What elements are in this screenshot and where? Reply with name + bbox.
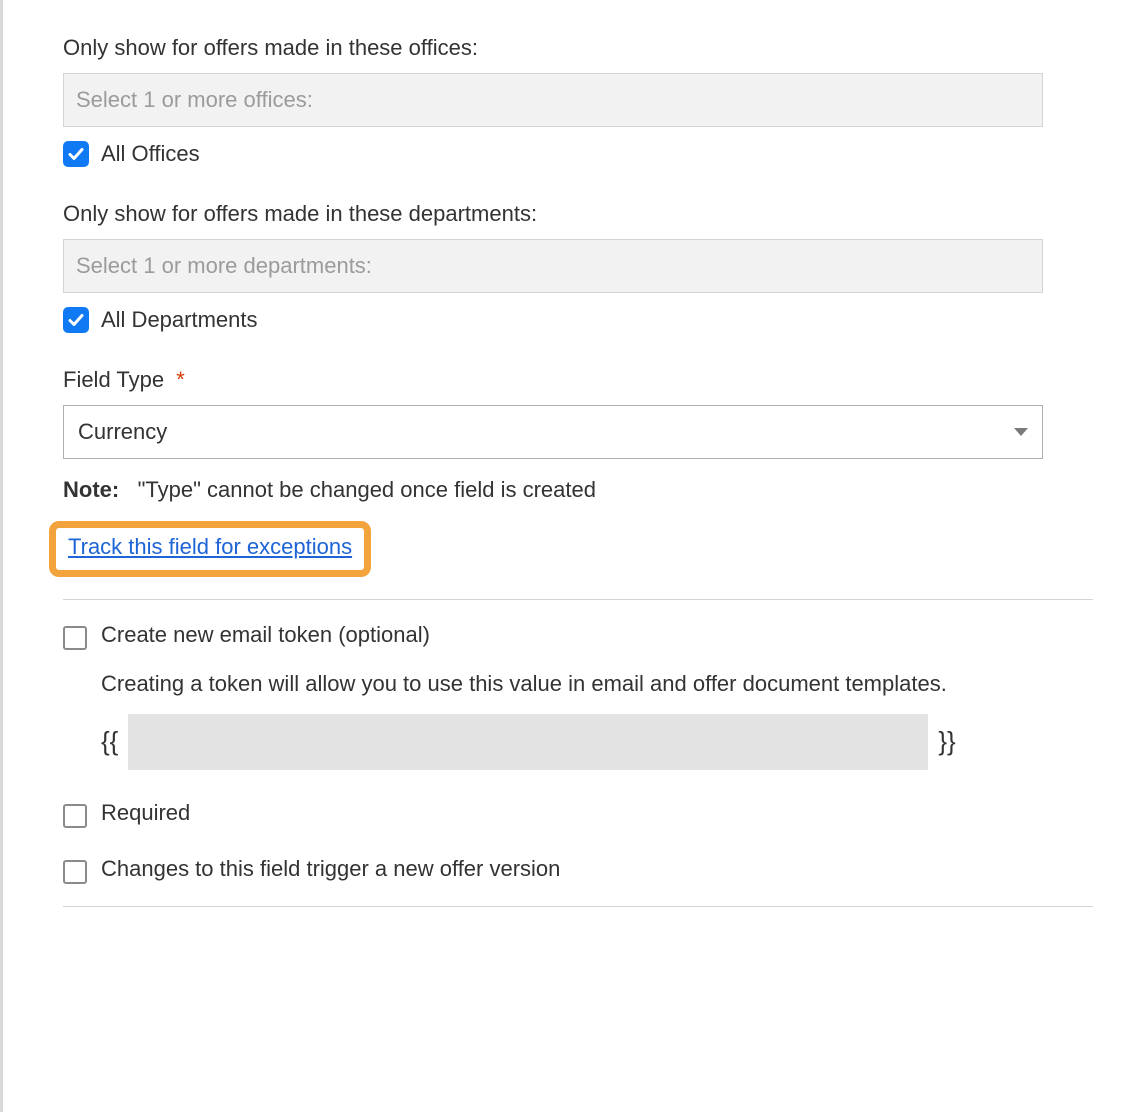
token-input[interactable]: [128, 714, 928, 770]
all-departments-checkbox[interactable]: [63, 307, 89, 333]
required-row: Required: [63, 800, 1096, 828]
trigger-version-row: Changes to this field trigger a new offe…: [63, 856, 1096, 884]
create-token-checkbox[interactable]: [63, 626, 87, 650]
token-open-brace: {{: [101, 726, 118, 757]
field-type-dropdown[interactable]: Currency: [63, 405, 1043, 459]
divider-bottom: [63, 906, 1093, 907]
offices-section: Only show for offers made in these offic…: [63, 35, 1096, 167]
all-departments-label: All Departments: [101, 307, 258, 333]
departments-multiselect[interactable]: Select 1 or more departments:: [63, 239, 1043, 293]
trigger-version-checkbox[interactable]: [63, 860, 87, 884]
track-exceptions-highlight: Track this field for exceptions: [49, 521, 371, 577]
departments-label: Only show for offers made in these depar…: [63, 201, 1096, 227]
create-token-row: Create new email token (optional): [63, 622, 1096, 650]
checkmark-icon: [67, 311, 85, 329]
note-text: "Type" cannot be changed once field is c…: [138, 477, 596, 502]
trigger-version-label: Changes to this field trigger a new offe…: [101, 856, 560, 882]
offices-multiselect[interactable]: Select 1 or more offices:: [63, 73, 1043, 127]
required-label: Required: [101, 800, 190, 826]
token-input-row: {{ }}: [101, 714, 1096, 770]
token-close-brace: }}: [938, 726, 955, 757]
note-prefix: Note:: [63, 477, 119, 502]
all-offices-checkbox[interactable]: [63, 141, 89, 167]
field-type-label: Field Type *: [63, 367, 1096, 393]
offices-label: Only show for offers made in these offic…: [63, 35, 1096, 61]
checkmark-icon: [67, 145, 85, 163]
field-type-section: Field Type * Currency Note: "Type" canno…: [63, 367, 1096, 577]
create-token-label: Create new email token (optional): [101, 622, 430, 648]
required-star: *: [176, 367, 185, 392]
field-type-label-text: Field Type: [63, 367, 164, 392]
all-offices-label: All Offices: [101, 141, 200, 167]
divider: [63, 599, 1093, 600]
track-exceptions-link[interactable]: Track this field for exceptions: [68, 534, 352, 559]
field-type-note: Note: "Type" cannot be changed once fiel…: [63, 477, 1096, 503]
departments-section: Only show for offers made in these depar…: [63, 201, 1096, 333]
chevron-down-icon: [1014, 428, 1028, 436]
field-type-value: Currency: [78, 419, 167, 445]
required-checkbox[interactable]: [63, 804, 87, 828]
create-token-help: Creating a token will allow you to use t…: [101, 668, 1041, 700]
